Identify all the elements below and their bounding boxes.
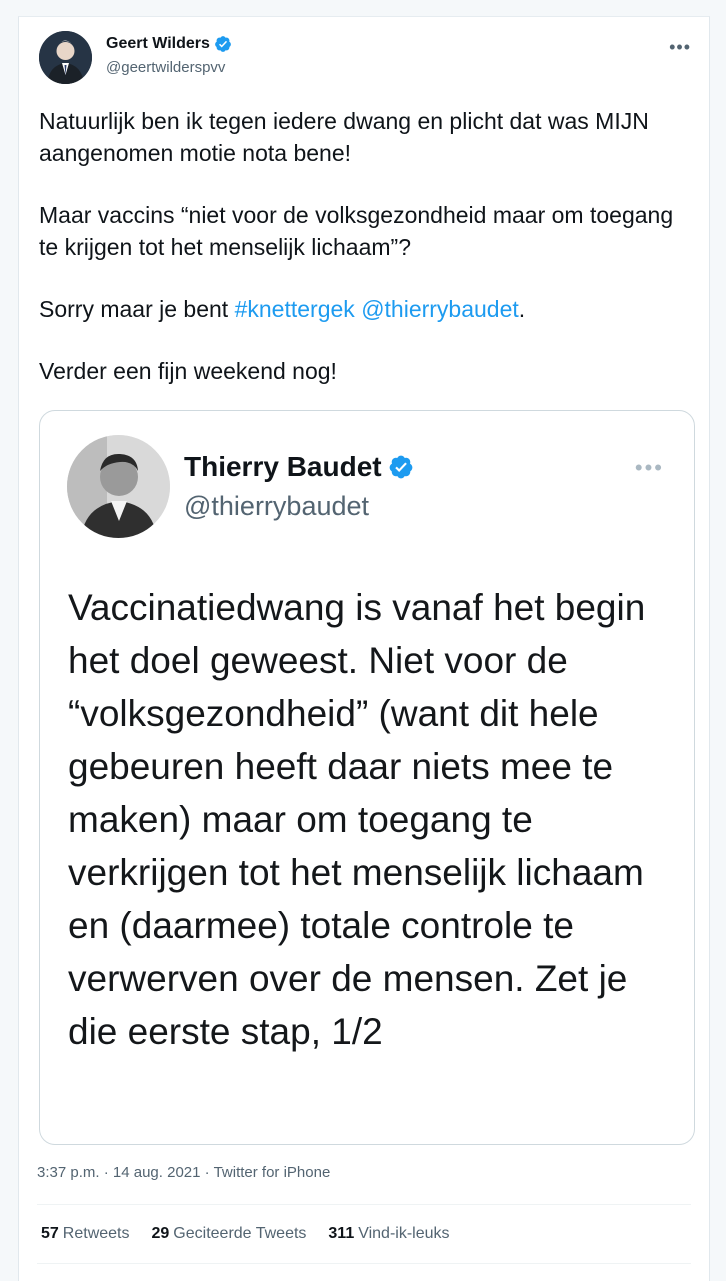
- tweet-paragraph: Natuurlijk ben ik tegen iedere dwang en …: [39, 108, 649, 166]
- retweets-label: Retweets: [62, 1225, 130, 1242]
- avatar-image: [39, 31, 92, 84]
- quoted-name-row: Thierry Baudet: [184, 451, 414, 483]
- verified-badge-icon: [389, 455, 412, 479]
- author-avatar[interactable]: [39, 31, 92, 84]
- mention-link[interactable]: @thierrybaudet: [361, 296, 519, 322]
- tweet-source[interactable]: Twitter for iPhone: [214, 1164, 331, 1181]
- tweet-paragraph: Maar vaccins “niet voor de volksgezondhe…: [39, 202, 674, 260]
- tweet-card: Geert Wilders @geertwilderspvv ••• Natuu…: [18, 16, 710, 1281]
- tweet-meta: 3:37 p.m. · 14 aug. 2021 · Twitter for i…: [37, 1164, 330, 1181]
- retweets-count: 57: [41, 1225, 59, 1242]
- tweet-paragraph: Sorry maar je bent #knettergek @thierryb…: [39, 293, 689, 325]
- avatar-image: [67, 435, 170, 538]
- quote-tweets-stat[interactable]: 29 Geciteerde Tweets: [152, 1225, 307, 1243]
- verified-badge-icon: [215, 36, 231, 52]
- author-handle[interactable]: @geertwilderspvv: [106, 59, 225, 76]
- quoted-author-handle[interactable]: @thierrybaudet: [184, 491, 369, 522]
- quoted-tweet[interactable]: Thierry Baudet @thierrybaudet ••• Vaccin…: [39, 410, 695, 1145]
- quotes-label: Geciteerde Tweets: [173, 1225, 307, 1242]
- tweet-text: Natuurlijk ben ik tegen iedere dwang en …: [39, 105, 689, 417]
- divider: [37, 1204, 691, 1205]
- likes-stat[interactable]: 311 Vind-ik-leuks: [328, 1225, 449, 1243]
- tweet-date[interactable]: 14 aug. 2021: [113, 1164, 201, 1181]
- divider: [37, 1263, 691, 1264]
- tweet-paragraph: Verder een fijn weekend nog!: [39, 358, 337, 384]
- quoted-tweet-text: Vaccinatiedwang is vanaf het begin het d…: [68, 587, 646, 1052]
- likes-label: Vind-ik-leuks: [358, 1225, 450, 1242]
- meta-separator: ·: [103, 1164, 109, 1181]
- likes-count: 311: [328, 1225, 355, 1242]
- tweet-text-fragment: Sorry maar je bent: [39, 296, 235, 322]
- author-name[interactable]: Geert Wilders: [106, 35, 210, 53]
- engagement-stats: 57 Retweets 29 Geciteerde Tweets 311 Vind-i…: [41, 1225, 450, 1243]
- meta-separator: ·: [204, 1164, 210, 1181]
- hashtag-link[interactable]: #knettergek: [235, 296, 355, 322]
- quotes-count: 29: [151, 1225, 170, 1242]
- quoted-author-avatar[interactable]: [67, 435, 170, 538]
- quoted-author-name[interactable]: Thierry Baudet: [184, 451, 382, 483]
- author-name-row: Geert Wilders: [106, 35, 232, 53]
- tweet-time[interactable]: 3:37 p.m.: [37, 1164, 100, 1181]
- retweets-stat[interactable]: 57 Retweets: [41, 1225, 130, 1243]
- tweet-text-fragment: .: [518, 296, 526, 322]
- quoted-more-options-icon[interactable]: •••: [635, 455, 664, 481]
- more-options-icon[interactable]: •••: [669, 37, 691, 58]
